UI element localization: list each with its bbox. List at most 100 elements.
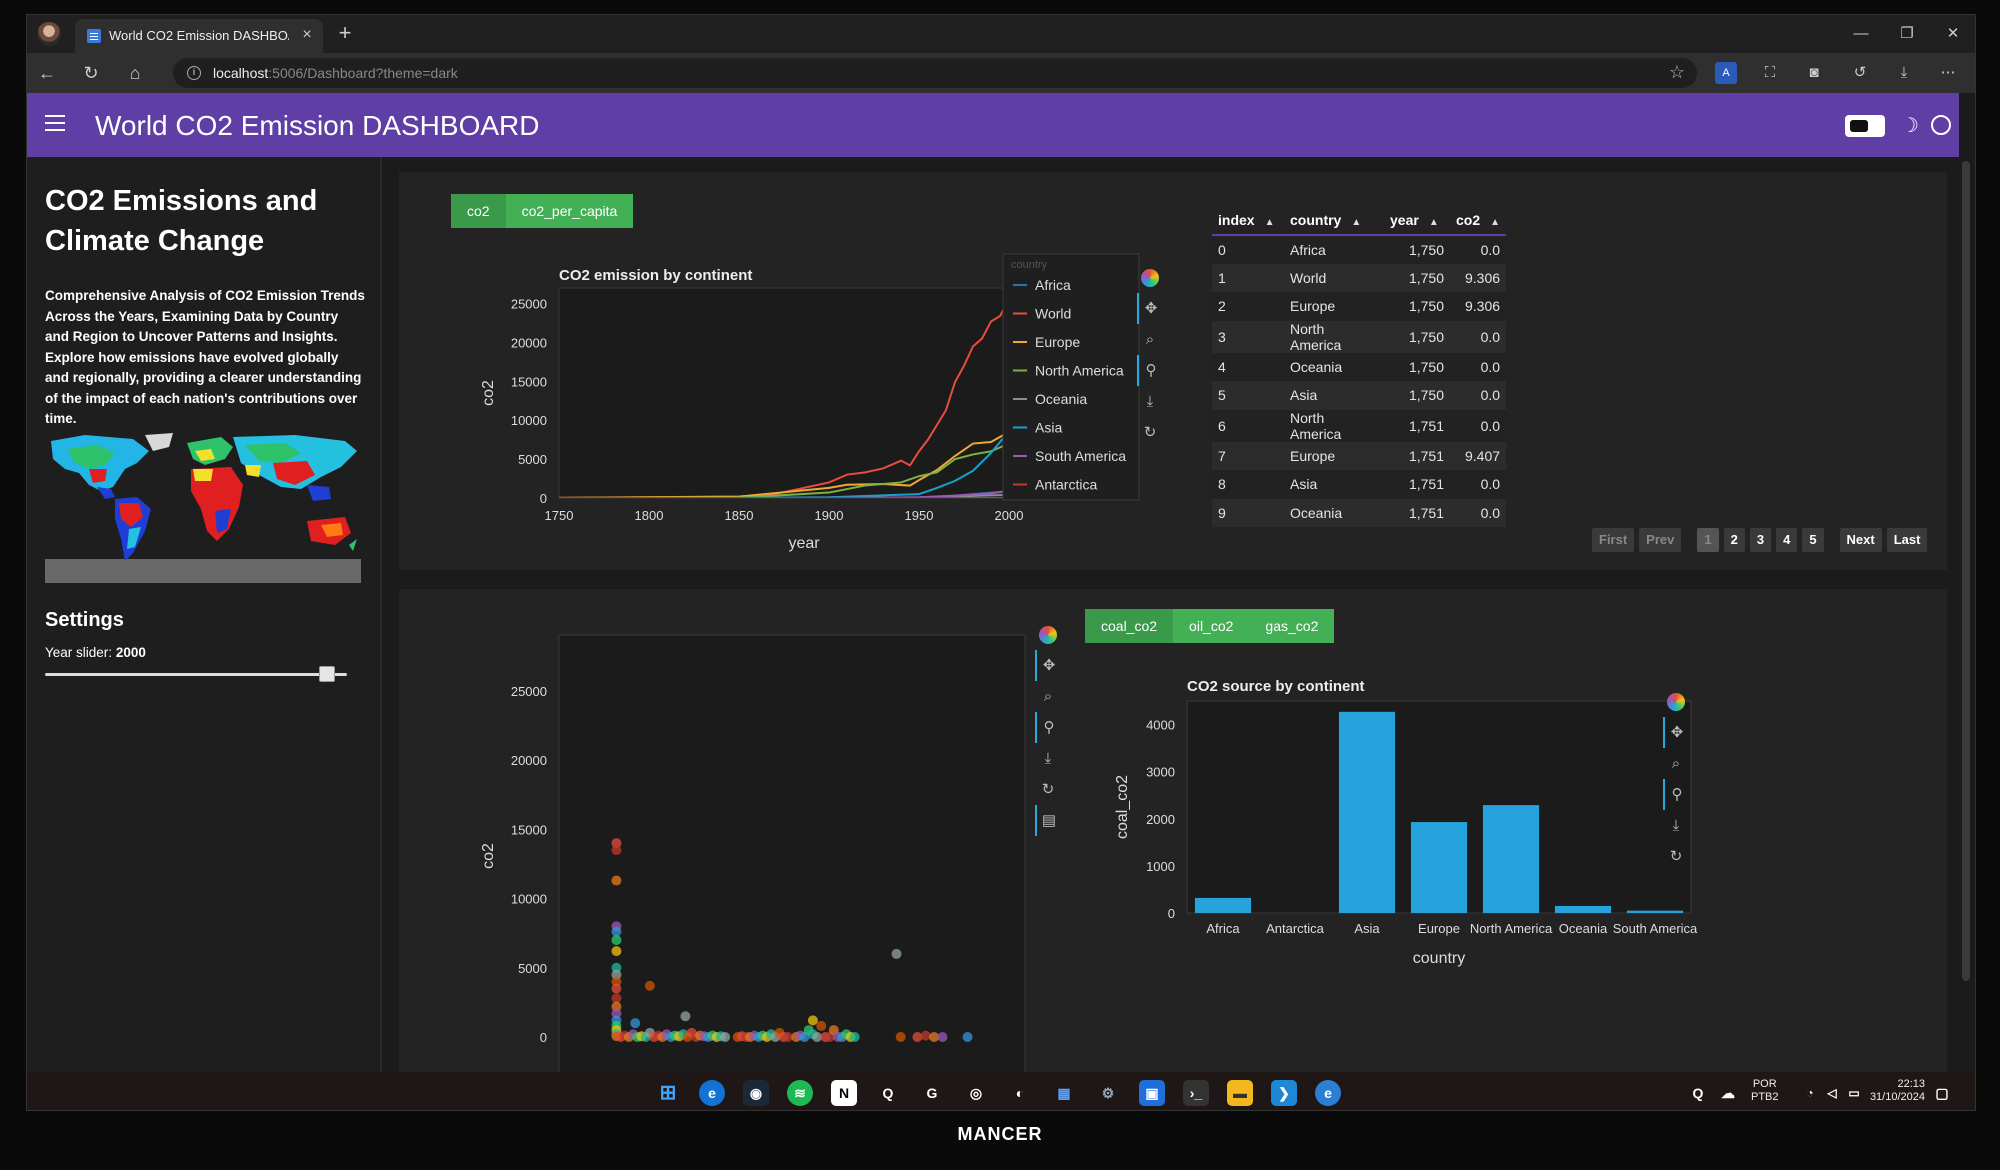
table-row[interactable]: 8 Asia 1,751 0.0 [1212,470,1507,499]
reset-icon[interactable]: ↻ [1035,774,1061,805]
steam-icon[interactable]: ◉ [743,1080,769,1106]
table-row[interactable]: 6 North America 1,751 0.0 [1212,409,1507,442]
table-row[interactable]: 5 Asia 1,750 0.0 [1212,381,1507,410]
wheel-zoom-icon[interactable]: ⚲ [1137,355,1163,386]
eye-app-icon[interactable]: ◎ [963,1080,989,1106]
calendar-icon[interactable]: ▣ [1139,1080,1165,1106]
favorite-star-icon[interactable]: ☆ [1669,62,1685,83]
pager-page-button[interactable]: 1 [1697,528,1719,552]
save-icon[interactable]: ⤓ [1663,810,1689,841]
sort-icon[interactable]: ▲ [1265,217,1275,228]
table-row[interactable]: 2 Europe 1,750 9.306 [1212,292,1507,321]
table-row[interactable]: 3 North America 1,750 0.0 [1212,320,1507,353]
column-header-country[interactable]: country ▲ [1284,205,1384,236]
download-icon[interactable]: ⤓ [1893,62,1915,84]
table-row[interactable]: 4 Oceania 1,750 0.0 [1212,352,1507,381]
profile-avatar[interactable] [37,22,61,46]
box-zoom-icon[interactable]: ⌕ [1137,324,1163,355]
restore-icon[interactable]: ❐ [1887,21,1927,47]
history-icon[interactable]: ↺ [1849,62,1871,84]
bokeh-logo-icon[interactable] [1663,687,1689,717]
spotify-icon[interactable]: ≋ [787,1080,813,1106]
steam-client-icon[interactable]: ◐ [1007,1080,1033,1106]
hover-icon[interactable]: ▤ [1035,805,1061,836]
back-icon[interactable]: ← [33,60,61,86]
pager-page-button[interactable]: 5 [1802,528,1824,552]
table-row[interactable]: 7 Europe 1,751 9.407 [1212,441,1507,470]
column-header-co2[interactable]: co2 ▲ [1450,205,1507,236]
tray-search-icon[interactable]: Q [1685,1080,1711,1106]
table-row[interactable]: 9 Oceania 1,751 0.0 [1212,498,1507,527]
vscode-icon[interactable]: ❯ [1271,1080,1297,1106]
pan-icon[interactable]: ✥ [1663,717,1689,748]
source-oil-co2-button[interactable]: oil_co2 [1173,609,1250,643]
pager-prev-button[interactable]: Prev [1639,528,1682,552]
terminal-icon[interactable]: ›_ [1183,1080,1209,1106]
close-icon[interactable]: × [297,24,317,46]
sort-icon[interactable]: ▲ [1429,217,1439,228]
pager-page-button[interactable]: 2 [1723,528,1745,552]
browser-tab[interactable]: World CO2 Emission DASHBOARD × [75,19,323,53]
table-row[interactable]: 1 World 1,750 9.306 [1212,263,1507,292]
scrollbar-thumb[interactable] [1962,161,1970,981]
table-cell-co2: 9.306 [1450,292,1507,321]
reset-icon[interactable]: ↻ [1663,841,1689,872]
language-indicator[interactable]: POR PTB2 [1751,1078,1779,1104]
menu-icon[interactable] [45,115,65,117]
column-header-index[interactable]: index ▲ [1212,205,1284,236]
reset-icon[interactable]: ↻ [1137,417,1163,448]
year-slider-handle[interactable] [319,666,335,682]
bokeh-logo-icon[interactable] [1137,263,1163,293]
home-icon[interactable]: ⌂ [121,60,149,86]
clock[interactable]: 22:13 31/10/2024 [1869,1078,1925,1104]
sort-icon[interactable]: ▲ [1351,217,1361,228]
windows-start-icon[interactable]: ⊞ [655,1080,681,1106]
bokeh-logo-icon[interactable] [1035,620,1061,650]
box-zoom-icon[interactable]: ⌕ [1663,748,1689,779]
camera-icon[interactable]: ◙ [1803,62,1825,84]
new-tab-button[interactable]: + [331,19,359,47]
pager-next-button[interactable]: Next [1839,528,1882,552]
minimize-icon[interactable]: — [1841,21,1881,47]
bar-europe [1410,822,1468,913]
battery-icon[interactable]: ▭ [1841,1080,1867,1106]
onedrive-icon[interactable]: ☁ [1715,1080,1741,1106]
moon-icon[interactable]: ☽ [1901,113,1919,138]
pager-page-button[interactable]: 4 [1776,528,1798,552]
sort-icon[interactable]: ▲ [1490,217,1500,228]
settings-gear-icon[interactable]: ⚙ [1095,1080,1121,1106]
window-close-icon[interactable]: ✕ [1933,21,1973,47]
g-app-icon[interactable]: G [919,1080,945,1106]
edge-icon[interactable]: e [699,1080,725,1106]
source-gas-co2-button[interactable]: gas_co2 [1249,609,1335,643]
translate-extension-icon[interactable]: A [1715,62,1737,84]
site-info-icon[interactable]: i [187,66,201,80]
theme-toggle[interactable] [1845,115,1885,137]
year-slider-track[interactable] [45,673,347,676]
edge-dev-icon[interactable]: e [1315,1080,1341,1106]
wheel-zoom-icon[interactable]: ⚲ [1035,712,1061,743]
pager-page-button[interactable]: 3 [1749,528,1772,552]
pager-first-button[interactable]: First [1592,528,1635,552]
file-explorer-icon[interactable]: ▬ [1227,1080,1253,1106]
notification-icon[interactable]: ▢ [1929,1080,1955,1106]
page-scrollbar[interactable] [1959,157,1973,1110]
table-row[interactable]: 0 Africa 1,750 0.0 [1212,235,1507,264]
screenshot-extension-icon[interactable]: ⛶ [1759,62,1781,84]
save-icon[interactable]: ⤓ [1035,743,1061,774]
wheel-zoom-icon[interactable]: ⚲ [1663,779,1689,810]
pager-last-button[interactable]: Last [1886,528,1928,552]
pan-icon[interactable]: ✥ [1137,293,1163,324]
box-zoom-icon[interactable]: ⌕ [1035,681,1061,712]
scatter-point [962,1032,973,1042]
widgets-icon[interactable]: ▦ [1051,1080,1077,1106]
pan-icon[interactable]: ✥ [1035,650,1061,681]
notion-icon[interactable]: N [831,1080,857,1106]
search-app-icon[interactable]: Q [875,1080,901,1106]
more-menu-icon[interactable]: ⋯ [1937,62,1959,84]
save-icon[interactable]: ⤓ [1137,386,1163,417]
reload-icon[interactable]: ↻ [77,60,105,86]
address-bar[interactable]: i localhost:5006/Dashboard?theme=dark ☆ [173,58,1697,88]
source-coal-co2-button[interactable]: coal_co2 [1085,609,1174,643]
column-header-year[interactable]: year ▲ [1384,205,1450,236]
